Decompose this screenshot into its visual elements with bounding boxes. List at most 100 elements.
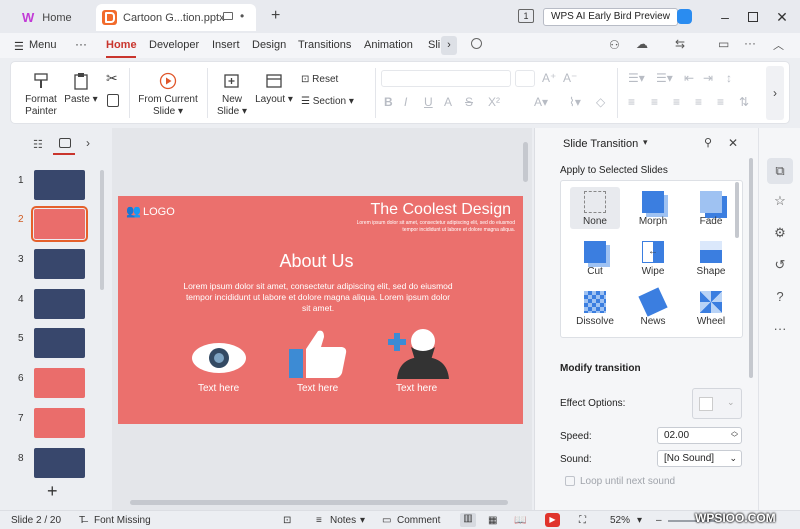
transition-morph[interactable]: Morph: [628, 187, 678, 229]
font-color-icon[interactable]: A▾: [534, 95, 548, 109]
transition-shape[interactable]: Shape: [686, 237, 736, 279]
transition-cut[interactable]: Cut: [570, 237, 620, 279]
collapse-ribbon-icon[interactable]: ︿: [773, 37, 784, 53]
align-right-icon[interactable]: ≡: [673, 95, 680, 109]
new-slide-button[interactable]: New Slide ▾: [214, 72, 250, 118]
slide-thumbnail-4[interactable]: [34, 289, 85, 319]
transition-dissolve[interactable]: Dissolve: [570, 287, 620, 329]
highlight-icon[interactable]: ⌇▾: [569, 95, 581, 109]
thumbnail-view-icon[interactable]: [59, 138, 71, 148]
comment-button[interactable]: Comment: [397, 515, 440, 526]
tab-transitions[interactable]: Transitions: [298, 39, 351, 51]
slide-thumbnail-8[interactable]: [34, 448, 85, 478]
tab-slideshow[interactable]: Sli: [428, 39, 440, 51]
font-missing-button[interactable]: Font Missing: [94, 515, 151, 526]
tab-design[interactable]: Design: [252, 39, 286, 51]
thumbnail-scrollbar[interactable]: [100, 170, 104, 290]
share-user-icon[interactable]: ⚇: [609, 38, 620, 52]
layout-button[interactable]: Layout ▾: [254, 72, 294, 106]
format-painter-button[interactable]: Format Painter: [21, 72, 61, 118]
history-icon[interactable]: ↺: [771, 256, 789, 274]
close-pane-icon[interactable]: ✕: [728, 136, 738, 150]
vertical-scrollbar[interactable]: [523, 142, 528, 182]
chevron-right-icon[interactable]: ›: [86, 136, 90, 150]
monitor-icon[interactable]: [223, 12, 233, 20]
loop-checkbox[interactable]: [565, 476, 575, 486]
cut-icon[interactable]: ✂: [106, 70, 118, 87]
increase-font-icon[interactable]: A⁺: [542, 71, 556, 85]
numbered-list-icon[interactable]: ☰▾: [656, 71, 673, 85]
stepper-arrows-icon[interactable]: ︿ ﹀: [731, 428, 738, 442]
superscript-icon[interactable]: X²: [488, 95, 500, 109]
cloud-icon[interactable]: ☁: [636, 37, 648, 51]
tab-insert[interactable]: Insert: [212, 39, 240, 51]
current-slide[interactable]: 👥 LOGO The Coolest Design Lorem ipsum do…: [118, 196, 523, 424]
distribute-icon[interactable]: ≡: [717, 95, 724, 109]
slide-thumbnail-1[interactable]: [34, 170, 85, 200]
tab-document[interactable]: Cartoon G...tion.pptx •: [96, 4, 256, 31]
sync-icon[interactable]: ⇆: [675, 37, 685, 51]
strikethrough-icon[interactable]: S: [465, 95, 473, 109]
more-icon[interactable]: ···: [75, 37, 87, 51]
transition-pane-icon[interactable]: ⧉: [767, 158, 793, 184]
tab-count-badge[interactable]: 1: [518, 9, 534, 23]
comment-icon[interactable]: ▭: [718, 37, 729, 51]
transition-fade[interactable]: Fade: [686, 187, 736, 229]
zoom-level[interactable]: 52%: [610, 515, 630, 526]
tab-animation[interactable]: Animation: [364, 39, 413, 51]
from-current-slide-button[interactable]: From Current Slide ▾: [136, 72, 200, 118]
effect-options-dropdown[interactable]: ⌄: [692, 388, 742, 419]
tab-home-ribbon[interactable]: Home: [106, 39, 137, 51]
notes-button[interactable]: Notes: [330, 515, 356, 526]
decrease-indent-icon[interactable]: ⇤: [684, 71, 694, 85]
normal-view-icon[interactable]: ▥: [460, 513, 476, 527]
font-size-combo[interactable]: [515, 70, 535, 87]
fit-slide-icon[interactable]: ⛶: [579, 515, 586, 526]
more-icon[interactable]: ···: [771, 320, 789, 338]
align-left-icon[interactable]: ≡: [628, 95, 635, 109]
slide-sorter-icon[interactable]: ▦: [488, 515, 497, 526]
decrease-font-icon[interactable]: A⁻: [563, 71, 577, 85]
outline-view-icon[interactable]: ☷: [33, 138, 43, 151]
font-color-a-icon[interactable]: A: [444, 95, 452, 109]
underline-icon[interactable]: U: [424, 95, 433, 109]
fit-icon[interactable]: ⊡: [283, 515, 291, 526]
italic-icon[interactable]: I: [404, 95, 407, 109]
transition-wheel[interactable]: Wheel: [686, 287, 736, 329]
slide-thumbnail-5[interactable]: [34, 328, 85, 358]
ribbon-scroll-right[interactable]: ›: [766, 66, 784, 120]
settings-sliders-icon[interactable]: ⚙: [771, 224, 789, 242]
menu-button[interactable]: Menu: [29, 39, 57, 51]
paste-button[interactable]: Paste ▾: [64, 72, 98, 106]
justify-icon[interactable]: ≡: [695, 95, 702, 109]
chevron-right-icon[interactable]: ›: [441, 36, 457, 55]
slide-thumbnail-7[interactable]: [34, 408, 85, 438]
speed-stepper[interactable]: 02.00 ︿ ﹀: [657, 427, 742, 444]
reading-view-icon[interactable]: 📖: [514, 515, 526, 526]
maximize-icon[interactable]: [742, 6, 764, 28]
new-tab-button[interactable]: +: [271, 7, 280, 25]
wps-ai-button[interactable]: WPS AI Early Bird Preview: [543, 8, 678, 26]
copy-icon[interactable]: [107, 94, 119, 107]
font-name-combo[interactable]: [381, 70, 511, 87]
horizontal-scrollbar[interactable]: [130, 500, 508, 505]
star-icon[interactable]: ☆: [771, 192, 789, 210]
chevron-down-icon[interactable]: ▾: [643, 137, 648, 148]
minimize-icon[interactable]: –: [714, 6, 736, 28]
pane-title[interactable]: Slide Transition: [563, 138, 638, 150]
sound-dropdown[interactable]: [No Sound] ⌄: [657, 450, 742, 467]
bullet-list-icon[interactable]: ☰▾: [628, 71, 645, 85]
slideshow-play-icon[interactable]: ▶: [545, 513, 560, 527]
text-direction-icon[interactable]: ⇅: [739, 95, 749, 109]
align-center-icon[interactable]: ≡: [651, 95, 658, 109]
bold-icon[interactable]: B: [384, 95, 393, 109]
reset-button[interactable]: ⊡ Reset: [301, 74, 338, 85]
close-tab-icon[interactable]: •: [240, 9, 244, 23]
clear-format-icon[interactable]: ◇: [596, 95, 605, 109]
pane-scrollbar[interactable]: [749, 158, 753, 378]
tab-home[interactable]: W Home: [22, 4, 72, 31]
add-slide-icon[interactable]: +: [47, 481, 58, 502]
more-options-icon[interactable]: ···: [744, 36, 756, 50]
wps-ai-icon[interactable]: [677, 9, 692, 24]
slide-thumbnail-2[interactable]: [31, 206, 88, 242]
